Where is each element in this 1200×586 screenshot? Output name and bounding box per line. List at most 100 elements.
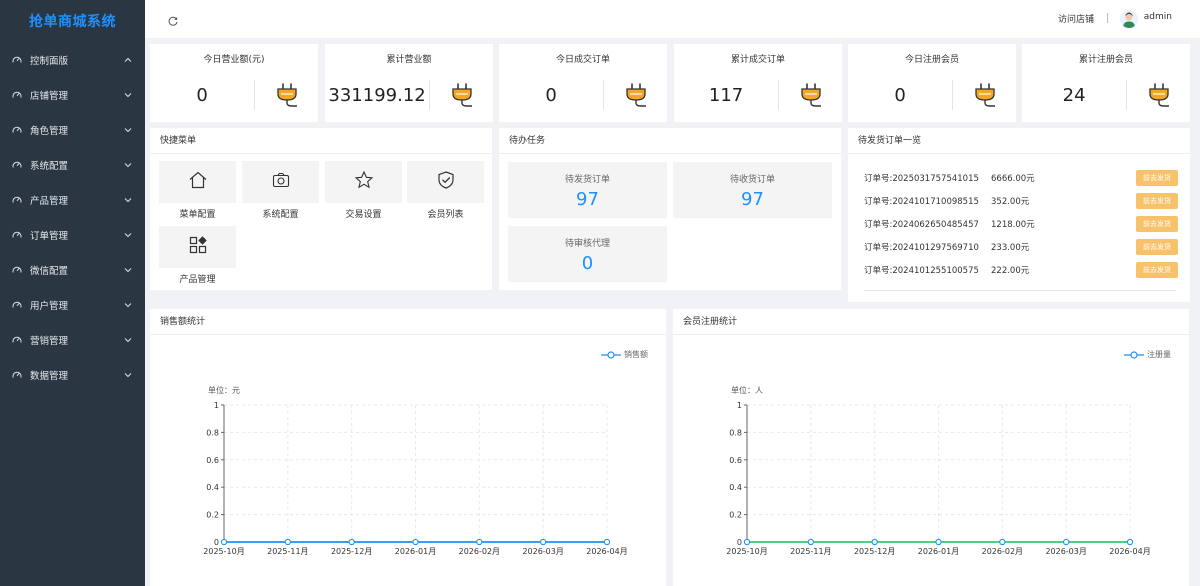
- quick-menu-tile[interactable]: [159, 161, 236, 203]
- data-point[interactable]: [284, 538, 291, 546]
- quick-menu-tile[interactable]: [242, 161, 319, 203]
- x-tick-label: 2025-12月: [331, 547, 372, 556]
- dashboard-icon: [12, 335, 22, 345]
- sidebar-item[interactable]: 用户管理: [0, 287, 145, 322]
- unit-label: 单位：元: [208, 385, 240, 395]
- y-tick-label: 0.8: [729, 428, 742, 437]
- data-point[interactable]: [935, 538, 942, 546]
- chevron-down-icon: [123, 230, 133, 240]
- plug-icon: [953, 74, 1016, 116]
- visit-store-link[interactable]: 访问店铺: [1058, 12, 1094, 25]
- y-tick-label: 0.2: [206, 511, 219, 520]
- quick-menu-tile[interactable]: [407, 161, 484, 203]
- data-point[interactable]: [743, 538, 751, 546]
- data-point[interactable]: [220, 538, 228, 546]
- data-point[interactable]: [603, 538, 611, 546]
- order-number: 订单号:2024101297569710: [864, 243, 979, 253]
- data-point[interactable]: [1126, 538, 1134, 546]
- quick-menu-label[interactable]: 产品管理: [159, 272, 236, 285]
- data-point[interactable]: [540, 538, 547, 546]
- camera-icon: [271, 170, 291, 194]
- stat-value: 117: [708, 84, 744, 106]
- stat-title: 累计成交订单: [730, 55, 785, 65]
- x-tick-label: 2025-10月: [203, 547, 244, 556]
- data-point[interactable]: [476, 538, 483, 546]
- sidebar-item[interactable]: 产品管理: [0, 182, 145, 217]
- order-amount: 1218.00元: [991, 220, 1035, 230]
- sidebar-item[interactable]: 订单管理: [0, 217, 145, 252]
- sidebar-item[interactable]: 营销管理: [0, 322, 145, 357]
- sidebar-item[interactable]: 角色管理: [0, 112, 145, 147]
- stat-card: 今日注册会员 0: [848, 44, 1016, 122]
- ship-order-button[interactable]: 前去发货: [1136, 239, 1178, 255]
- user-name[interactable]: admin: [1144, 12, 1172, 22]
- data-point[interactable]: [999, 538, 1006, 546]
- stat-title: 今日营业额(元): [203, 55, 265, 65]
- chevron-down-icon: [123, 195, 133, 205]
- order-number: 订单号:2024101255100575: [864, 266, 979, 276]
- quick-menu-label[interactable]: 菜单配置: [159, 207, 236, 220]
- members-chart: 单位：人 0 0.2 0.4 0.6 0.8 1 2025-10月 2025-11月 2025-1…: [726, 385, 1150, 556]
- sidebar-item[interactable]: 微信配置: [0, 252, 145, 287]
- task-card[interactable]: 待发货订单 97: [508, 162, 667, 218]
- data-point[interactable]: [807, 538, 814, 546]
- members-chart-panel: 会员注册统计 注册量 单位：人 0 0.2 0.4 0.6 0.8 1 2025-10月 202…: [673, 309, 1189, 586]
- quick-menu-tile[interactable]: [159, 226, 236, 268]
- quick-menu-label[interactable]: 会员列表: [407, 207, 484, 220]
- sidebar-item-label: 产品管理: [30, 195, 69, 207]
- data-point[interactable]: [348, 538, 355, 546]
- unit-label: 单位：人: [731, 385, 763, 395]
- ship-order-button[interactable]: 前去发货: [1136, 262, 1178, 278]
- plug-icon: [255, 74, 318, 116]
- sidebar-item-label: 角色管理: [30, 125, 69, 137]
- quick-menu-label[interactable]: 交易设置: [325, 207, 402, 220]
- stat-card: 今日营业额(元) 0: [150, 44, 318, 122]
- quick-menu-tile[interactable]: [325, 161, 402, 203]
- sidebar-item[interactable]: 控制面版: [0, 42, 145, 77]
- chevron-up-icon: [123, 55, 133, 65]
- refresh-icon[interactable]: [167, 13, 179, 26]
- task-card[interactable]: 待收货订单 97: [673, 162, 832, 218]
- sidebar-item[interactable]: 店铺管理: [0, 77, 145, 112]
- shield-check-icon: [436, 170, 456, 194]
- ship-order-button[interactable]: 前去发货: [1136, 216, 1178, 232]
- x-tick-label: 2026-03月: [522, 547, 563, 556]
- home-icon: [188, 170, 208, 194]
- data-point[interactable]: [1063, 538, 1070, 546]
- ship-order-button[interactable]: 前去发货: [1136, 170, 1178, 186]
- avatar[interactable]: [1120, 10, 1138, 28]
- sidebar-item[interactable]: 数据管理: [0, 357, 145, 392]
- sidebar-item-label: 营销管理: [30, 335, 69, 347]
- x-tick-label: 2026-01月: [918, 547, 959, 556]
- order-number: 订单号:2024101710098515: [864, 197, 979, 207]
- order-number: 订单号:2024062650485457: [864, 220, 979, 230]
- chevron-down-icon: [123, 265, 133, 275]
- x-tick-label: 2025-12月: [854, 547, 895, 556]
- dashboard-icon: [12, 265, 22, 275]
- stat-card: 今日成交订单 0: [499, 44, 667, 122]
- quick-menu-panel: 快捷菜单 菜单配置 系统配置 交易设置 会员列表 产品管理: [150, 128, 492, 290]
- quick-menu-label[interactable]: 系统配置: [242, 207, 319, 220]
- stat-title: 累计注册会员: [1078, 55, 1133, 65]
- data-point[interactable]: [871, 538, 878, 546]
- x-tick-label: 2026-04月: [586, 547, 627, 556]
- top-header: 访问店铺 admin: [145, 0, 1200, 38]
- plug-icon: [430, 74, 493, 116]
- stat-value: 0: [894, 84, 906, 106]
- ship-order-button[interactable]: 前去发货: [1136, 193, 1178, 209]
- sidebar-item[interactable]: 系统配置: [0, 147, 145, 182]
- x-tick-label: 2026-04月: [1109, 547, 1150, 556]
- sidebar-item-label: 微信配置: [30, 265, 69, 277]
- chevron-down-icon: [123, 370, 133, 380]
- chevron-down-icon: [123, 125, 133, 135]
- data-point[interactable]: [412, 538, 419, 546]
- order-amount: 6666.00元: [991, 174, 1035, 184]
- task-count: 97: [741, 189, 764, 210]
- y-tick-label: 0.2: [729, 511, 742, 520]
- dashboard-icon: [12, 195, 22, 205]
- stat-value: 24: [1062, 84, 1086, 106]
- task-label: 待收货订单: [729, 175, 775, 185]
- task-card[interactable]: 待审核代理 0: [508, 226, 667, 282]
- task-label: 待审核代理: [564, 239, 610, 249]
- sidebar-item-label: 数据管理: [30, 370, 69, 382]
